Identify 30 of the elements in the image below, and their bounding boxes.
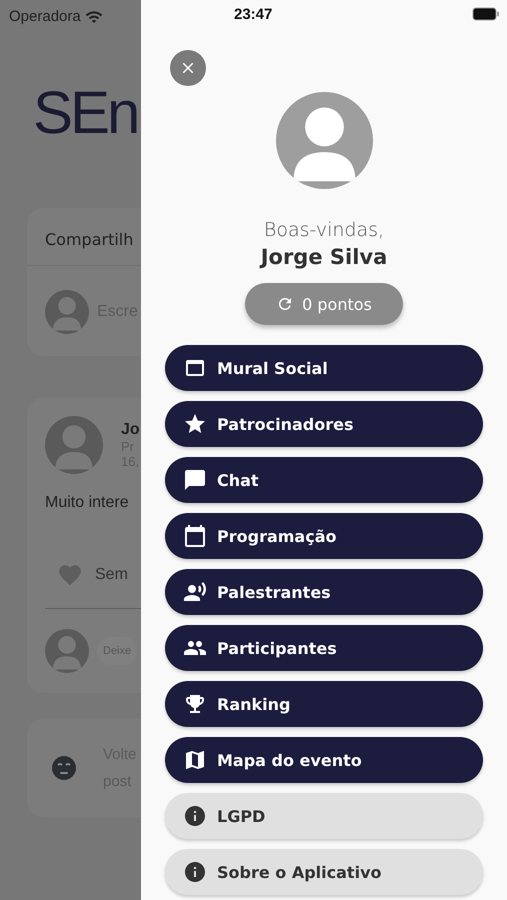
menu-icon: [183, 860, 207, 884]
user-name: Jorge Silva: [260, 245, 388, 269]
avatar-icon: [45, 290, 89, 334]
menu-item[interactable]: Palestrantes: [165, 569, 483, 615]
clock-time: 23:47: [234, 6, 272, 22]
menu-icon: [183, 524, 207, 548]
author-name: Jo: [121, 421, 140, 439]
menu-item[interactable]: Patrocinadores: [165, 401, 483, 447]
menu-icon: [183, 748, 207, 772]
menu-icon: [183, 468, 207, 492]
menu-item[interactable]: Participantes: [165, 625, 483, 671]
menu-icon: [183, 580, 207, 604]
menu-item[interactable]: Sobre o Aplicativo: [165, 849, 483, 895]
post-text: Muito intere: [45, 494, 129, 512]
avatar-icon: [45, 629, 89, 673]
menu-icon: [183, 692, 207, 716]
likes-text: Sem: [95, 566, 128, 584]
greeting-text: Boas-vindas,: [264, 219, 384, 241]
menu-item[interactable]: Mapa do evento: [165, 737, 483, 783]
carrier-name: Operadora: [9, 8, 81, 25]
menu-item[interactable]: Ranking: [165, 681, 483, 727]
emoji-face-icon: [51, 755, 77, 781]
battery-icon: [472, 7, 500, 21]
close-button[interactable]: [170, 50, 206, 86]
menu-item[interactable]: Chat: [165, 457, 483, 503]
menu-item[interactable]: Mural Social: [165, 345, 483, 391]
logo: SEn: [33, 78, 138, 148]
menu-icon: [183, 804, 207, 828]
menu-item[interactable]: LGPD: [165, 793, 483, 839]
menu-item[interactable]: Programação: [165, 513, 483, 559]
